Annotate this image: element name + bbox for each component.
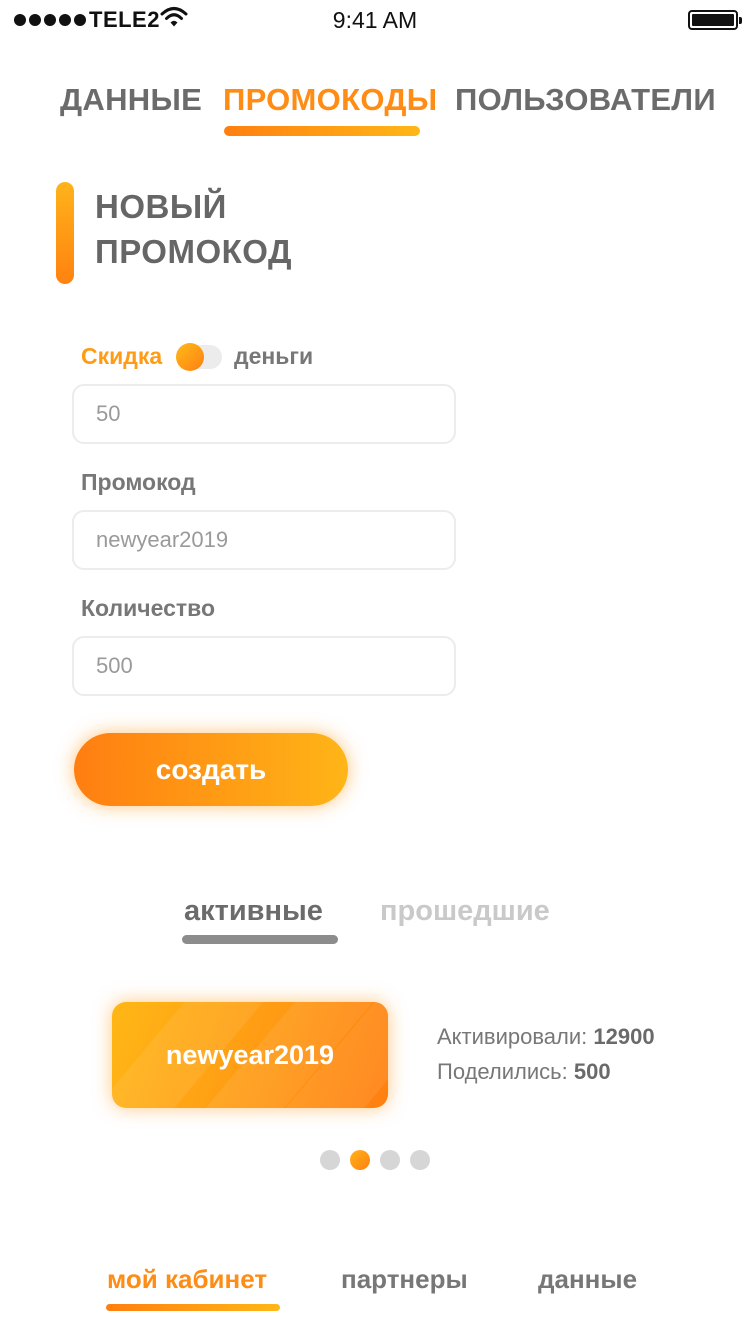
money-label: деньги (234, 343, 314, 369)
promocode-input[interactable] (72, 510, 456, 570)
tab-users[interactable]: ПОЛЬЗОВАТЕЛИ (455, 82, 716, 118)
battery-icon (688, 10, 742, 30)
pager-dot[interactable] (410, 1150, 430, 1170)
status-bar: TELE2 9:41 AM (0, 0, 750, 40)
toggle-knob (176, 343, 204, 371)
activated-stat: Активировали: 12900 (437, 1024, 655, 1050)
nav-partners[interactable]: партнеры (341, 1264, 468, 1295)
tab-data[interactable]: ДАННЫЕ (60, 82, 202, 118)
promo-card[interactable]: newyear2019 (112, 1002, 388, 1108)
tab-active-promos[interactable]: активные (184, 895, 323, 928)
activated-value: 12900 (593, 1024, 655, 1049)
section-title-line2: ПРОМОКОД (95, 233, 293, 270)
quantity-label: Количество (81, 595, 216, 621)
promo-card-code: newyear2019 (165, 1039, 335, 1070)
tab-promocodes[interactable]: ПРОМОКОДЫ (223, 82, 437, 118)
shared-stat: Поделились: 500 (437, 1059, 611, 1085)
quantity-input[interactable] (72, 636, 456, 696)
shared-value: 500 (573, 1059, 611, 1084)
pager-dot-active[interactable] (350, 1150, 370, 1170)
active-tab-indicator (224, 126, 420, 136)
status-time: 9:41 AM (332, 7, 418, 33)
section-title: НОВЫЙ ПРОМОКОД (95, 184, 292, 274)
create-button[interactable]: создать (74, 733, 348, 806)
promocode-label: Промокод (81, 469, 196, 495)
discount-type-toggle[interactable] (176, 343, 222, 371)
discount-input[interactable] (72, 384, 456, 444)
list-tab-indicator (182, 935, 338, 944)
nav-data[interactable]: данные (538, 1264, 637, 1295)
tab-past-promos[interactable]: прошедшие (380, 895, 550, 928)
discount-label: Скидка (81, 343, 163, 369)
activated-label: Активировали: (437, 1024, 588, 1049)
pager-dot[interactable] (320, 1150, 340, 1170)
pager-dot[interactable] (380, 1150, 400, 1170)
shared-label: Поделились: (437, 1059, 568, 1084)
section-title-line1: НОВЫЙ (95, 188, 227, 225)
nav-my-cabinet[interactable]: мой кабинет (107, 1264, 267, 1295)
pager-dots (320, 1150, 430, 1170)
nav-active-indicator (106, 1304, 280, 1311)
section-accent-bar (56, 182, 74, 284)
